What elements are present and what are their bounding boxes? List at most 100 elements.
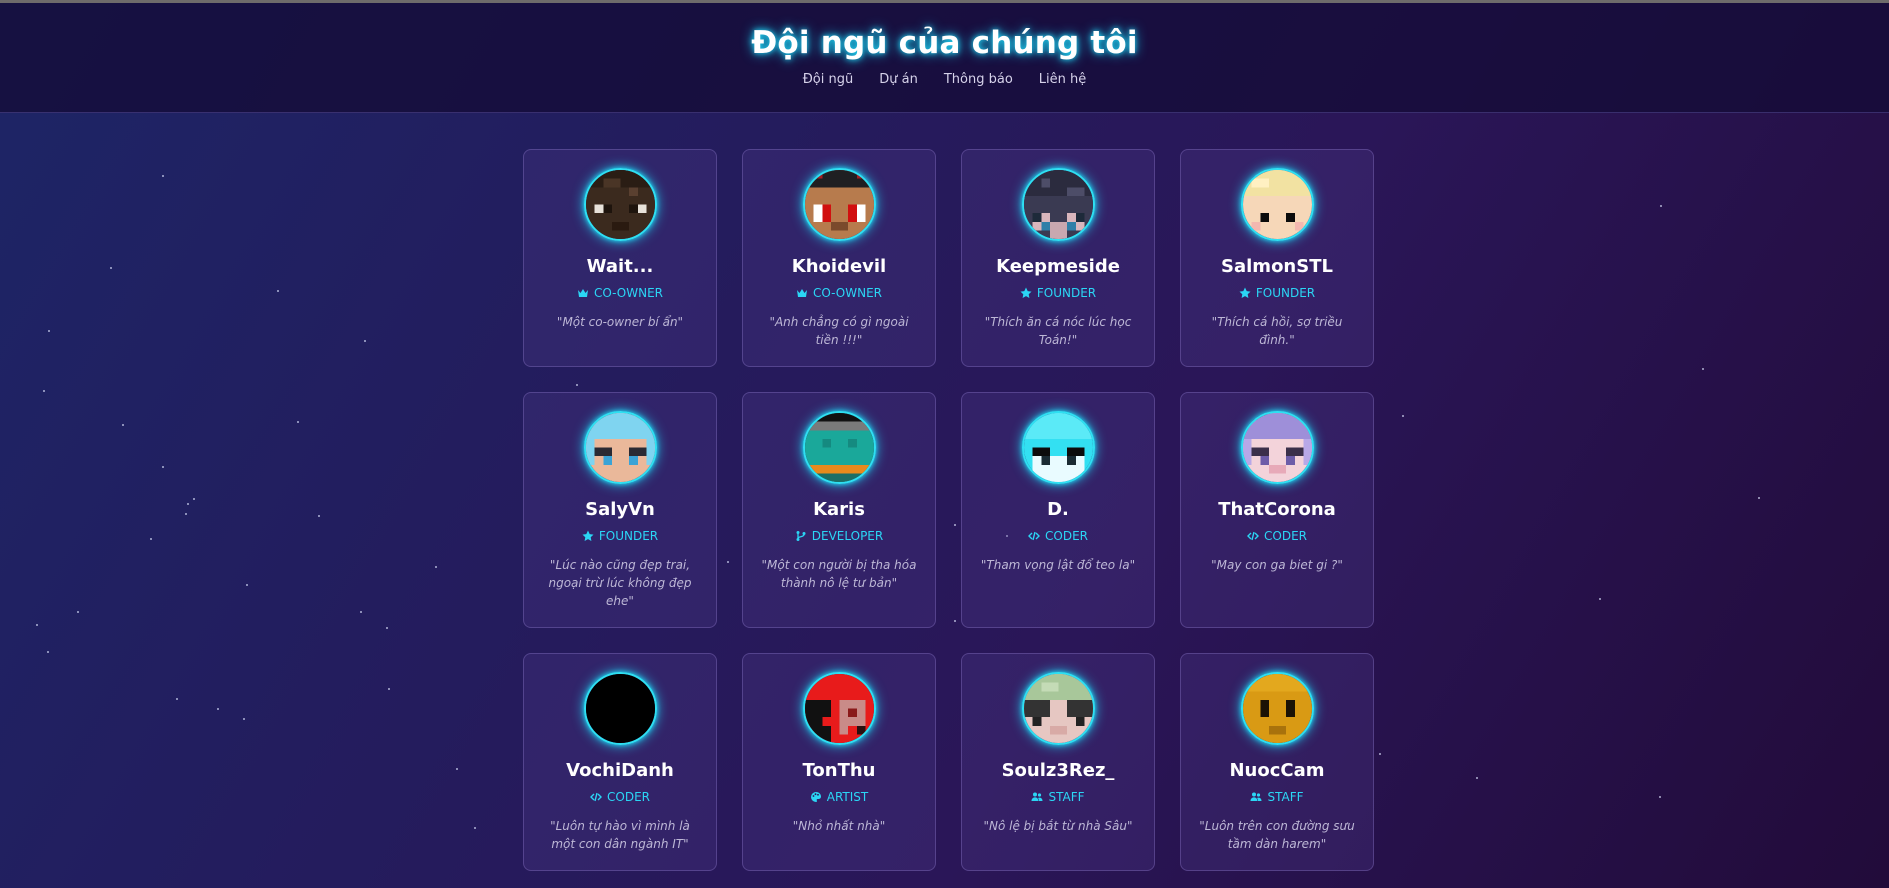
member-name: Khoidevil: [791, 256, 887, 277]
star-dot: [1702, 368, 1704, 370]
avatar: [1240, 168, 1314, 241]
users-icon: [1250, 792, 1262, 801]
star-dot: [176, 698, 178, 700]
member-card[interactable]: Khoidevil CO-OWNER "Anh chẳng có gì ngoà…: [742, 149, 936, 367]
star-dot: [77, 611, 79, 613]
role-badge: DEVELOPER: [743, 529, 935, 543]
role-badge: CODER: [962, 529, 1154, 543]
avatar: [1240, 672, 1314, 745]
star-dot: [43, 390, 45, 392]
star-dot: [122, 424, 124, 426]
star-dot: [1758, 497, 1760, 499]
member-name: Wait...: [586, 256, 654, 277]
star-dot: [360, 611, 362, 613]
role-badge: FOUNDER: [524, 529, 716, 543]
star-dot: [110, 267, 112, 269]
avatar: [802, 411, 876, 484]
member-card[interactable]: D. CODER "Tham vọng lật đổ teo la": [961, 392, 1155, 628]
nav-link-announcements[interactable]: Thông báo: [944, 72, 1013, 87]
star-dot: [47, 651, 49, 653]
member-card[interactable]: Karis DEVELOPER "Một con người bị tha hó…: [742, 392, 936, 628]
star-dot: [386, 627, 388, 629]
role-badge: STAFF: [962, 790, 1154, 804]
avatar: [583, 411, 657, 484]
member-name: SalyVn: [585, 499, 655, 520]
role-badge: FOUNDER: [1181, 286, 1373, 300]
member-card[interactable]: SalmonSTL FOUNDER "Thích cá hồi, sợ triề…: [1180, 149, 1374, 367]
avatar: [583, 168, 657, 241]
member-card[interactable]: Soulz3Rez_ STAFF "Nô lệ bị bắt từ nhà Sâ…: [961, 653, 1155, 871]
avatar: [1240, 411, 1314, 484]
member-quote: "May con ga biet gi ?": [1211, 558, 1343, 572]
code-icon: [1028, 531, 1040, 541]
star-icon: [1239, 287, 1251, 298]
star-dot: [297, 421, 299, 423]
member-name: ThatCorona: [1218, 499, 1336, 520]
star-dot: [388, 688, 390, 690]
nav-link-projects[interactable]: Dự án: [879, 72, 918, 87]
member-name: SalmonSTL: [1221, 256, 1333, 277]
member-quote: "Nô lệ bị bắt từ nhà Sâu": [983, 819, 1133, 833]
users-icon: [1031, 792, 1043, 801]
role-badge: CO-OWNER: [524, 286, 716, 300]
star-dot: [277, 290, 279, 292]
page-title: Đội ngũ của chúng tôi: [751, 25, 1138, 61]
star-dot: [162, 175, 164, 177]
nav-link-team[interactable]: Đội ngũ: [803, 72, 854, 87]
star-dot: [954, 524, 956, 526]
star-dot: [1476, 777, 1478, 779]
avatar: [802, 672, 876, 745]
member-quote: "Anh chẳng có gì ngoài tiền !!!": [769, 315, 909, 347]
member-quote: "Một co-owner bí ẩn": [556, 315, 684, 329]
member-card[interactable]: TonThu ARTIST "Nhỏ nhất nhà": [742, 653, 936, 871]
role-badge: ARTIST: [743, 790, 935, 804]
site-header: Đội ngũ của chúng tôi Đội ngũ Dự án Thôn…: [0, 3, 1889, 113]
member-quote: "Lúc nào cũng đẹp trai, ngoại trừ lúc kh…: [548, 558, 692, 608]
main-nav: Đội ngũ Dự án Thông báo Liên hệ: [0, 72, 1889, 87]
star-dot: [48, 330, 50, 332]
star-dot: [162, 466, 164, 468]
star-dot: [1379, 753, 1381, 755]
role-badge: FOUNDER: [962, 286, 1154, 300]
member-card[interactable]: VochiDanh CODER "Luôn tự hào vì mình là …: [523, 653, 717, 871]
member-card[interactable]: Wait... CO-OWNER "Một co-owner bí ẩn": [523, 149, 717, 367]
nav-link-contact[interactable]: Liên hệ: [1039, 72, 1086, 87]
member-name: Karis: [813, 499, 865, 520]
role-badge: STAFF: [1181, 790, 1373, 804]
crown-icon: [577, 289, 588, 297]
role-badge: CO-OWNER: [743, 286, 935, 300]
starfield-background: [0, 0, 1889, 888]
member-quote: "Nhỏ nhất nhà": [792, 819, 886, 833]
star-dot: [1402, 415, 1404, 417]
star-dot: [1659, 796, 1661, 798]
star-dot: [150, 538, 152, 540]
member-quote: "Luôn tự hào vì mình là một con dân ngàn…: [550, 819, 690, 851]
star-dot: [185, 513, 187, 515]
palette-icon: [810, 792, 821, 802]
member-name: Soulz3Rez_: [1001, 760, 1115, 781]
crown-icon: [796, 289, 807, 297]
star-dot: [954, 620, 956, 622]
avatar: [1021, 672, 1095, 745]
star-dot: [474, 827, 476, 829]
member-card[interactable]: SalyVn FOUNDER "Lúc nào cũng đẹp trai, n…: [523, 392, 717, 628]
star-dot: [187, 503, 189, 505]
branch-icon: [796, 531, 806, 541]
member-card[interactable]: Keepmeside FOUNDER "Thích ăn cá nóc lúc …: [961, 149, 1155, 367]
member-quote: "Thích ăn cá nóc lúc học Toán!": [984, 315, 1132, 347]
member-card[interactable]: ThatCorona CODER "May con ga biet gi ?": [1180, 392, 1374, 628]
star-dot: [193, 498, 195, 500]
member-quote: "Thích cá hồi, sợ triều đình.": [1211, 315, 1343, 347]
member-name: VochiDanh: [566, 760, 674, 781]
member-card[interactable]: NuocCam STAFF "Luôn trên con đường sưu t…: [1180, 653, 1374, 871]
star-dot: [435, 566, 437, 568]
star-icon: [1020, 287, 1032, 298]
code-icon: [1247, 531, 1259, 541]
avatar: [583, 672, 657, 745]
avatar: [802, 168, 876, 241]
member-quote: "Luôn trên con đường sưu tầm dàn harem": [1199, 819, 1355, 851]
role-badge: CODER: [1181, 529, 1373, 543]
member-quote: "Tham vọng lật đổ teo la": [980, 558, 1136, 572]
code-icon: [590, 792, 602, 802]
star-dot: [36, 624, 38, 626]
